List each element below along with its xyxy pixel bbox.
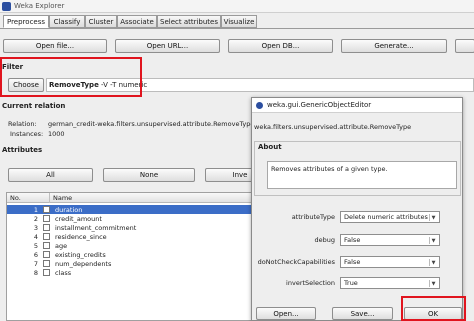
col-no-header[interactable]: No. xyxy=(10,194,21,202)
attribute-name: residence_since xyxy=(55,232,107,241)
filter-classname: weka.filters.unsupervised.attribute.Remo… xyxy=(254,123,412,131)
row-checkbox[interactable] xyxy=(43,242,50,249)
filter-text[interactable]: RemoveType -V -T numeric xyxy=(46,78,474,92)
attribute-name: duration xyxy=(55,205,83,214)
current-relation-title: Current relation xyxy=(2,102,66,110)
relation-label: Relation: xyxy=(8,120,37,128)
attribute-name: credit_amount xyxy=(55,214,102,223)
about-title: About xyxy=(258,143,282,151)
debug-select[interactable]: False ▼ xyxy=(340,234,440,246)
attribute-type-value: Delete numeric attributes xyxy=(344,213,428,221)
debug-value: False xyxy=(344,236,361,244)
attribute-name: num_dependents xyxy=(55,259,112,268)
filter-options: -V -T numeric xyxy=(98,81,148,89)
chevron-down-icon: ▼ xyxy=(429,237,437,244)
instances-label: Instances: xyxy=(10,130,44,138)
table-row[interactable]: 2 credit_amount xyxy=(7,214,267,223)
row-number: 4 xyxy=(33,232,38,241)
row-checkbox[interactable] xyxy=(43,251,50,258)
row-number: 7 xyxy=(33,259,38,268)
row-checkbox[interactable] xyxy=(43,269,50,276)
row-number: 8 xyxy=(33,268,38,277)
tab-preprocess[interactable]: Preprocess xyxy=(3,15,49,28)
attribute-name: existing_credits xyxy=(55,250,106,259)
table-header: No. Name xyxy=(7,193,267,203)
tab-cluster[interactable]: Cluster xyxy=(85,15,117,28)
weka-bird-icon xyxy=(256,102,263,109)
row-number: 2 xyxy=(33,214,38,223)
attribute-name: class xyxy=(55,268,72,277)
do-not-check-capabilities-label: doNotCheckCapabilities xyxy=(257,258,335,266)
save-button[interactable]: Save... xyxy=(332,307,393,320)
do-not-check-capabilities-select[interactable]: False ▼ xyxy=(340,256,440,268)
undo-button-partial[interactable] xyxy=(455,39,474,53)
open-db-button[interactable]: Open DB... xyxy=(228,39,333,53)
tab-visualize[interactable]: Visualize xyxy=(221,15,257,28)
window-titlebar: Weka Explorer xyxy=(0,0,474,13)
col-divider xyxy=(49,193,50,203)
select-none-button[interactable]: None xyxy=(103,168,195,182)
filter-title: Filter xyxy=(2,63,24,71)
table-row[interactable]: 3 installment_commitment xyxy=(7,223,267,232)
open-file-button[interactable]: Open file... xyxy=(3,39,107,53)
debug-label: debug xyxy=(314,236,336,244)
row-number: 3 xyxy=(33,223,38,232)
invert-selection-label: invertSelection xyxy=(286,279,335,287)
open-button[interactable]: Open... xyxy=(256,307,316,320)
ok-button[interactable]: OK xyxy=(404,307,462,320)
table-row[interactable]: 1 duration xyxy=(7,205,267,214)
row-number: 5 xyxy=(33,241,38,250)
chevron-down-icon: ▼ xyxy=(429,259,437,266)
generate-button[interactable]: Generate... xyxy=(341,39,447,53)
open-url-button[interactable]: Open URL... xyxy=(115,39,220,53)
table-row[interactable]: 5 age xyxy=(7,241,267,250)
tab-select-attributes[interactable]: Select attributes xyxy=(157,15,221,28)
tab-divider xyxy=(0,28,474,29)
row-checkbox[interactable] xyxy=(43,233,50,240)
row-number: 1 xyxy=(33,205,38,214)
col-name-header[interactable]: Name xyxy=(53,194,72,202)
attributes-title: Attributes xyxy=(2,146,43,154)
about-text-box: Removes attributes of a given type. xyxy=(267,161,457,189)
invert-selection-value: True xyxy=(344,279,358,287)
about-text: Removes attributes of a given type. xyxy=(271,165,388,173)
tab-classify[interactable]: Classify xyxy=(49,15,85,28)
about-panel: About Removes attributes of a given type… xyxy=(254,141,461,196)
attribute-name: age xyxy=(55,241,68,250)
row-checkbox[interactable] xyxy=(43,260,50,267)
row-checkbox[interactable] xyxy=(43,224,50,231)
relation-value: german_credit-weka.filters.unsupervised.… xyxy=(48,120,255,128)
filter-name: RemoveType xyxy=(49,81,99,89)
instances-value: 1000 xyxy=(48,130,65,138)
select-all-button[interactable]: All xyxy=(8,168,93,182)
row-checkbox[interactable] xyxy=(43,215,50,222)
attribute-name: installment_commitment xyxy=(55,223,137,232)
attribute-type-select[interactable]: Delete numeric attributes ▼ xyxy=(340,211,440,223)
attribute-table: No. Name 1 duration 2 credit_amount 3 insta… xyxy=(6,192,268,321)
table-row[interactable]: 7 num_dependents xyxy=(7,259,267,268)
tab-associate[interactable]: Associate xyxy=(117,15,157,28)
attribute-type-label: attributeType xyxy=(291,213,335,221)
table-row[interactable]: 4 residence_since xyxy=(7,232,267,241)
dialog-title: weka.gui.GenericObjectEditor xyxy=(267,101,372,109)
choose-filter-button[interactable]: Choose xyxy=(8,78,44,92)
table-row[interactable]: 8 class xyxy=(7,268,267,277)
invert-selection-select[interactable]: True ▼ xyxy=(340,277,440,289)
window-title: Weka Explorer xyxy=(14,2,65,10)
weka-logo-icon xyxy=(2,2,11,11)
chevron-down-icon: ▼ xyxy=(429,214,437,221)
table-row[interactable]: 6 existing_credits xyxy=(7,250,267,259)
dialog-titlebar: weka.gui.GenericObjectEditor xyxy=(252,98,462,113)
chevron-down-icon: ▼ xyxy=(429,280,437,287)
do-not-check-capabilities-value: False xyxy=(344,258,361,266)
row-checkbox[interactable] xyxy=(43,206,50,213)
row-number: 6 xyxy=(33,250,38,259)
